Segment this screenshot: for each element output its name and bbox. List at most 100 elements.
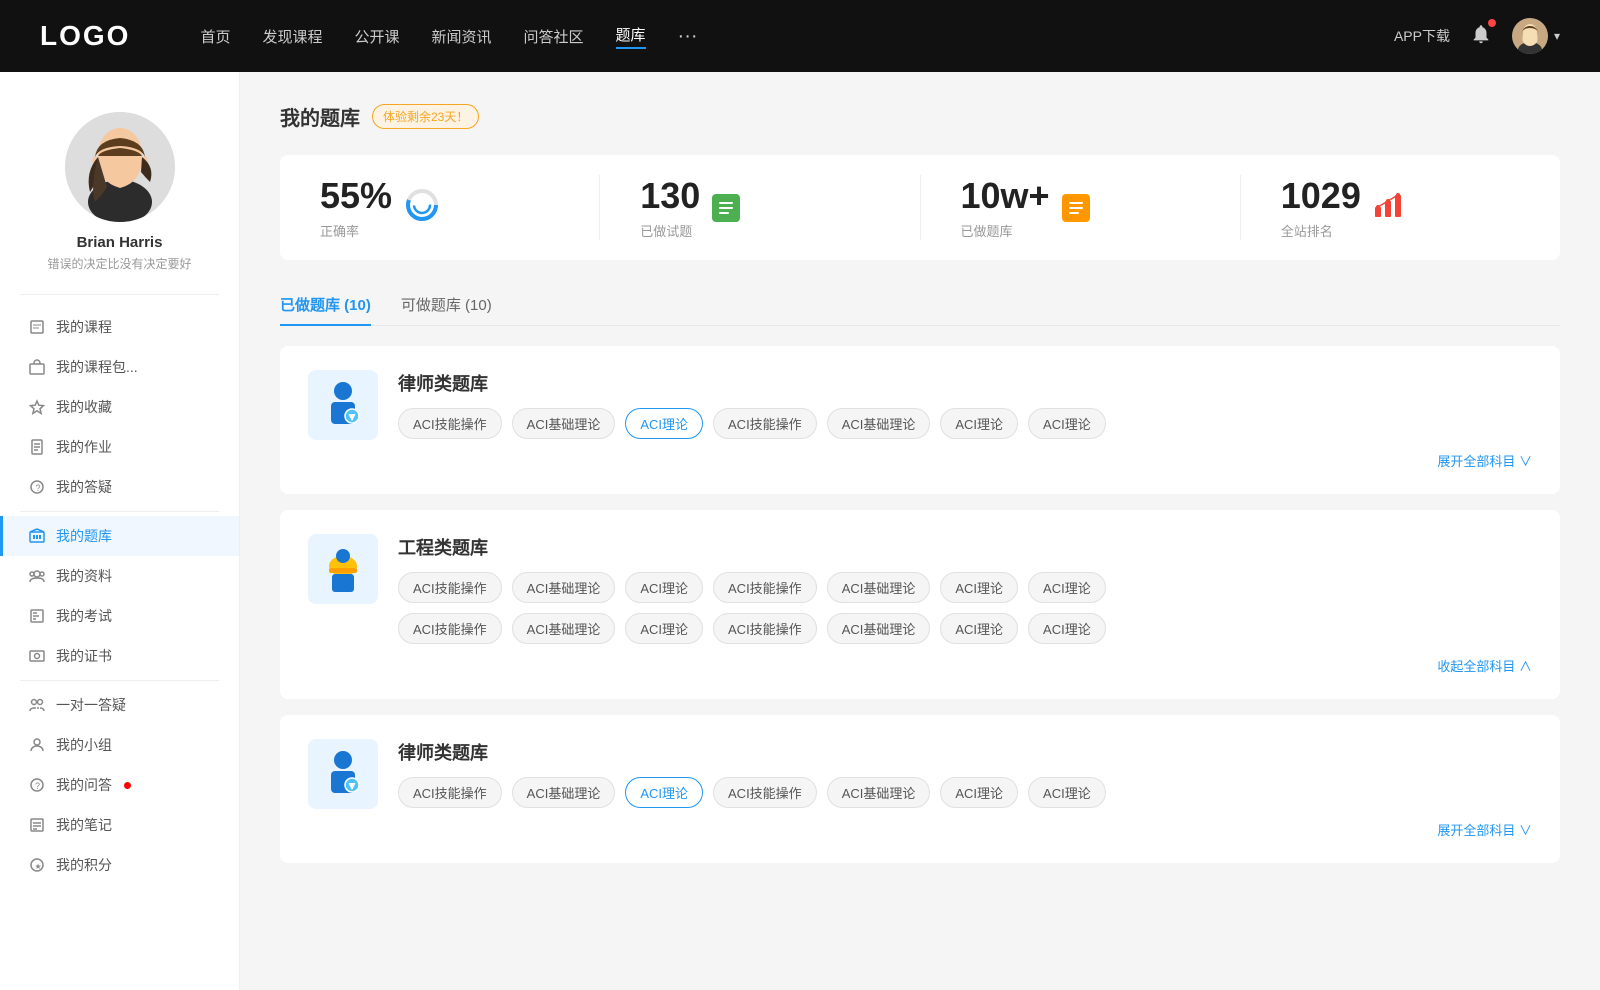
- sidebar-item-course[interactable]: 我的课程: [0, 307, 239, 347]
- stat-accuracy-label: 正确率: [320, 221, 392, 240]
- sidebar-item-oneone[interactable]: 一对一答疑: [0, 685, 239, 725]
- nav-bank[interactable]: 题库: [616, 24, 646, 49]
- tag[interactable]: ACI技能操作: [713, 572, 817, 603]
- tag[interactable]: ACI技能操作: [713, 408, 817, 439]
- page-title: 我的题库: [280, 102, 360, 131]
- stat-done-banks-text: 10w+ 已做题库: [961, 175, 1050, 240]
- qbank-section-engineer: 工程类题库 ACI技能操作 ACI基础理论 ACI理论 ACI技能操作 ACI基…: [280, 510, 1560, 699]
- tag[interactable]: ACI基础理论: [827, 408, 931, 439]
- tag[interactable]: ACI理论: [1028, 572, 1106, 603]
- myqa-icon: ?: [28, 776, 46, 794]
- qbank-section-lawyer-1: 律师类题库 ACI技能操作 ACI基础理论 ACI理论 ACI技能操作 ACI基…: [280, 346, 1560, 494]
- tag[interactable]: ACI基础理论: [512, 613, 616, 644]
- tag-active[interactable]: ACI理论: [625, 777, 703, 808]
- tag[interactable]: ACI理论: [625, 572, 703, 603]
- stat-done-banks-value: 10w+: [961, 175, 1050, 217]
- nav-qa[interactable]: 问答社区: [524, 26, 584, 47]
- tag[interactable]: ACI理论: [940, 777, 1018, 808]
- sidebar-item-homework[interactable]: 我的作业: [0, 427, 239, 467]
- sidebar-item-package[interactable]: 我的课程包...: [0, 347, 239, 387]
- tag[interactable]: ACI理论: [1028, 613, 1106, 644]
- sidebar-item-bank[interactable]: 我的题库: [0, 516, 239, 556]
- stat-done-questions-value: 130: [640, 175, 700, 217]
- qbank-expand-2[interactable]: 展开全部科目 ∨: [398, 820, 1532, 839]
- profile-name: Brian Harris: [77, 234, 163, 251]
- sidebar-item-exam[interactable]: 我的考试: [0, 596, 239, 636]
- nav-openclass[interactable]: 公开课: [354, 26, 399, 47]
- sidebar-item-label: 我的证书: [56, 646, 112, 666]
- tag[interactable]: ACI技能操作: [713, 777, 817, 808]
- stat-ranking-text: 1029 全站排名: [1281, 175, 1361, 240]
- chart-icon-red: [1373, 191, 1405, 224]
- sidebar-item-points[interactable]: ★ 我的积分: [0, 845, 239, 885]
- tag[interactable]: ACI技能操作: [713, 613, 817, 644]
- tag-active[interactable]: ACI理论: [625, 408, 703, 439]
- stat-done-questions-text: 130 已做试题: [640, 175, 700, 240]
- tag[interactable]: ACI理论: [1028, 777, 1106, 808]
- qbank-tags-lawyer-1: ACI技能操作 ACI基础理论 ACI理论 ACI技能操作 ACI基础理论 AC…: [398, 408, 1532, 439]
- points-icon: ★: [28, 856, 46, 874]
- pie-chart-icon: [404, 187, 440, 228]
- tag[interactable]: ACI基础理论: [512, 777, 616, 808]
- list-icon-green: [712, 194, 740, 222]
- tag[interactable]: ACI技能操作: [398, 572, 502, 603]
- qbank-collapse-engineer[interactable]: 收起全部科目 ∧: [398, 656, 1532, 675]
- sidebar-item-myqa[interactable]: ? 我的问答: [0, 765, 239, 805]
- nav-more[interactable]: ···: [678, 25, 698, 48]
- nav-news[interactable]: 新闻资讯: [432, 26, 492, 47]
- tag[interactable]: ACI理论: [940, 613, 1018, 644]
- qbank-icon-lawyer-1: [308, 370, 378, 440]
- tag[interactable]: ACI理论: [625, 613, 703, 644]
- tag[interactable]: ACI技能操作: [398, 777, 502, 808]
- nav-home[interactable]: 首页: [200, 26, 230, 47]
- sidebar-item-label: 我的课程: [56, 317, 112, 337]
- sidebar-item-label: 我的题库: [56, 526, 112, 546]
- app-download-link[interactable]: APP下载: [1394, 26, 1450, 46]
- tag[interactable]: ACI基础理论: [512, 408, 616, 439]
- tag[interactable]: ACI理论: [1028, 408, 1106, 439]
- sidebar-item-qa[interactable]: ? 我的答疑: [0, 467, 239, 507]
- tabs: 已做题库 (10) 可做题库 (10): [280, 284, 1560, 326]
- tag[interactable]: ACI基础理论: [827, 572, 931, 603]
- qbank-title-lawyer-1: 律师类题库: [398, 370, 1532, 396]
- homework-icon: [28, 438, 46, 456]
- sidebar-item-notes[interactable]: 我的笔记: [0, 805, 239, 845]
- sidebar-item-certificate[interactable]: 我的证书: [0, 636, 239, 676]
- nav-discover[interactable]: 发现课程: [262, 26, 322, 47]
- user-avatar-menu[interactable]: ▾: [1512, 18, 1560, 54]
- sidebar-item-data[interactable]: 我的资料: [0, 556, 239, 596]
- course-icon: [28, 318, 46, 336]
- sidebar-item-label: 我的问答: [56, 775, 112, 795]
- header: LOGO 首页 发现课程 公开课 新闻资讯 问答社区 题库 ··· APP下载: [0, 0, 1600, 72]
- tag[interactable]: ACI理论: [940, 408, 1018, 439]
- svg-text:★: ★: [35, 862, 42, 871]
- tag[interactable]: ACI基础理论: [827, 613, 931, 644]
- oneone-icon: [28, 696, 46, 714]
- stat-done-questions-label: 已做试题: [640, 221, 700, 240]
- stat-done-banks-label: 已做题库: [961, 221, 1050, 240]
- profile-section: Brian Harris 错误的决定比没有决定要好: [0, 92, 239, 282]
- tag[interactable]: ACI基础理论: [512, 572, 616, 603]
- star-icon: [28, 398, 46, 416]
- chevron-down-icon: ▾: [1554, 29, 1560, 43]
- sidebar-item-label: 我的考试: [56, 606, 112, 626]
- tag[interactable]: ACI技能操作: [398, 613, 502, 644]
- sidebar-item-label: 我的收藏: [56, 397, 112, 417]
- sidebar-divider-2: [20, 511, 219, 512]
- tag[interactable]: ACI技能操作: [398, 408, 502, 439]
- profile-motto: 错误的决定比没有决定要好: [47, 255, 191, 272]
- sidebar-item-favorites[interactable]: 我的收藏: [0, 387, 239, 427]
- tag[interactable]: ACI理论: [940, 572, 1018, 603]
- profile-avatar: [65, 112, 175, 222]
- exam-icon: [28, 607, 46, 625]
- tab-done-banks[interactable]: 已做题库 (10): [280, 284, 371, 325]
- question-circle-icon: ?: [28, 478, 46, 496]
- sidebar-item-label: 我的课程包...: [56, 357, 138, 377]
- qbank-expand-1[interactable]: 展开全部科目 ∨: [398, 451, 1532, 470]
- svg-text:?: ?: [35, 781, 40, 791]
- tab-available-banks[interactable]: 可做题库 (10): [401, 284, 492, 325]
- sidebar-item-group[interactable]: 我的小组: [0, 725, 239, 765]
- svg-text:?: ?: [36, 483, 41, 493]
- tag[interactable]: ACI基础理论: [827, 777, 931, 808]
- notification-bell[interactable]: [1470, 23, 1492, 50]
